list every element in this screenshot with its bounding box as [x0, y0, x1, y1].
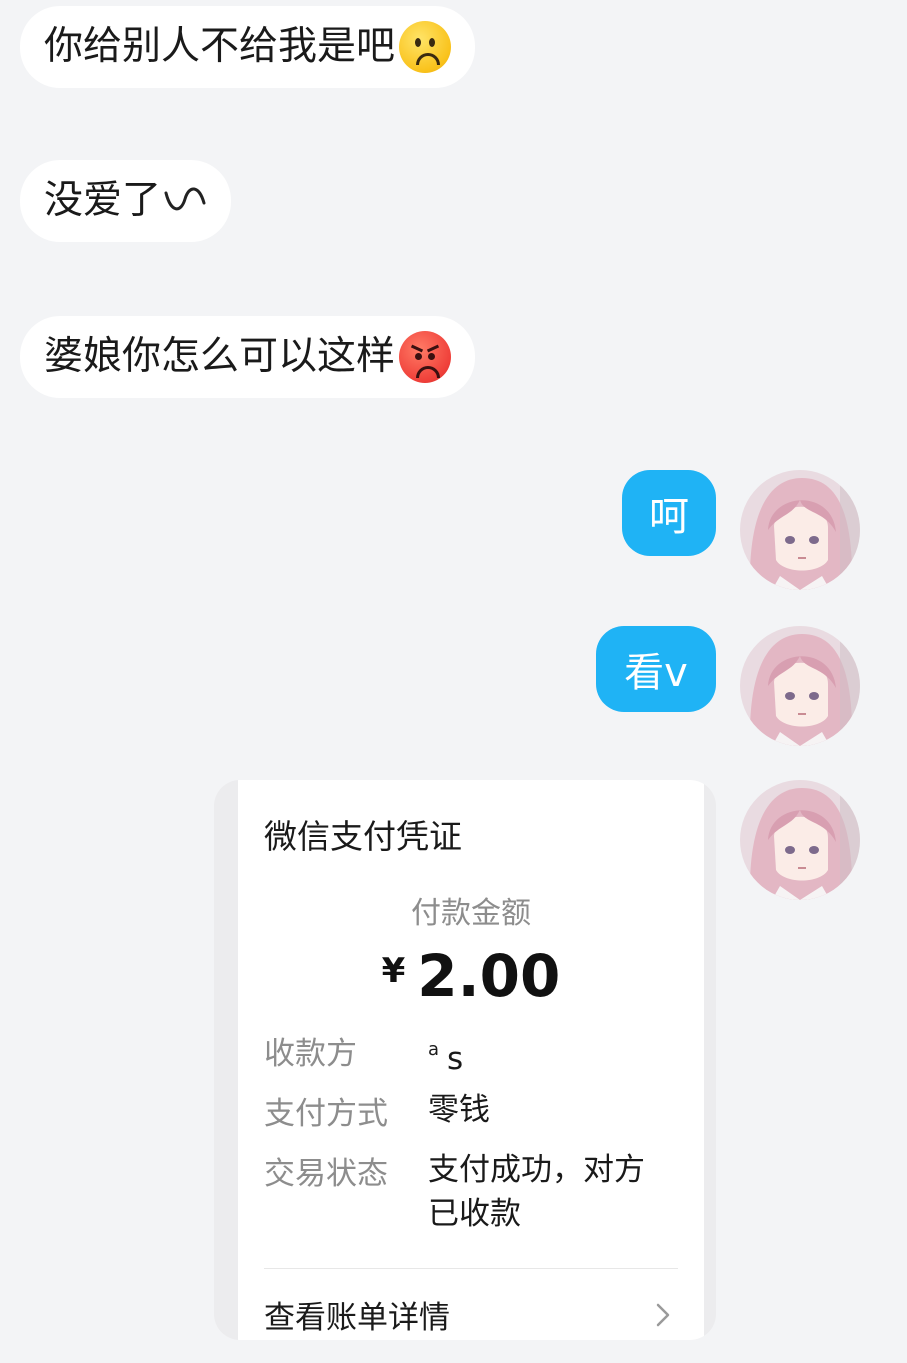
message-text: 你给别人不给我是吧 [44, 24, 396, 69]
avatar[interactable] [740, 780, 860, 900]
message-text: 没爱了 [44, 178, 162, 223]
incoming-message-bubble[interactable]: 没爱了 [20, 160, 232, 242]
transaction-status-label: 交易状态 [264, 1156, 388, 1192]
payment-method-value: 零钱 [428, 1092, 490, 1128]
outgoing-message-bubble[interactable]: 呵 [622, 470, 716, 556]
wavy-dash-icon [163, 160, 207, 242]
message-text: 看v [624, 650, 688, 696]
incoming-message-bubble[interactable]: 婆娘你怎么可以这样 [20, 316, 476, 398]
anime-avatar-icon [740, 780, 860, 900]
message-text: 呵 [649, 494, 689, 540]
message-text: 婆娘你怎么可以这样 [44, 334, 396, 379]
outgoing-message-bubble[interactable]: 看v [596, 626, 716, 712]
angry-face-emoji-icon [399, 331, 452, 383]
incoming-message-bubble[interactable]: 你给别人不给我是吧 [20, 6, 476, 88]
card-title: 微信支付凭证 [264, 817, 462, 856]
view-bill-details-link[interactable]: 查看账单详情 [264, 1292, 450, 1337]
amount-value: 2.00 [417, 942, 561, 1010]
payee-label: 收款方 [264, 1036, 357, 1072]
payment-voucher-body: 微信支付凭证 付款金额 ¥2.00 收款方 as 支付方式 零钱 交易状态 支付… [238, 780, 704, 1340]
currency-symbol: ¥ [381, 951, 406, 991]
anime-avatar-icon [740, 470, 860, 590]
avatar[interactable] [740, 470, 860, 590]
anime-avatar-icon [740, 626, 860, 746]
card-divider [264, 1268, 678, 1269]
avatar[interactable] [740, 626, 860, 746]
amount-label: 付款金额 [411, 896, 531, 931]
payment-amount: ¥2.00 [238, 942, 704, 1010]
payment-method-label: 支付方式 [264, 1096, 388, 1132]
frowning-face-emoji-icon [399, 21, 452, 73]
payee-value: as [428, 1039, 464, 1077]
transaction-status-value: 支付成功，对方已收款 [428, 1152, 645, 1232]
chevron-right-icon [656, 1303, 670, 1327]
payment-voucher-card[interactable]: 微信支付凭证 付款金额 ¥2.00 收款方 as 支付方式 零钱 交易状态 支付… [214, 780, 716, 1340]
